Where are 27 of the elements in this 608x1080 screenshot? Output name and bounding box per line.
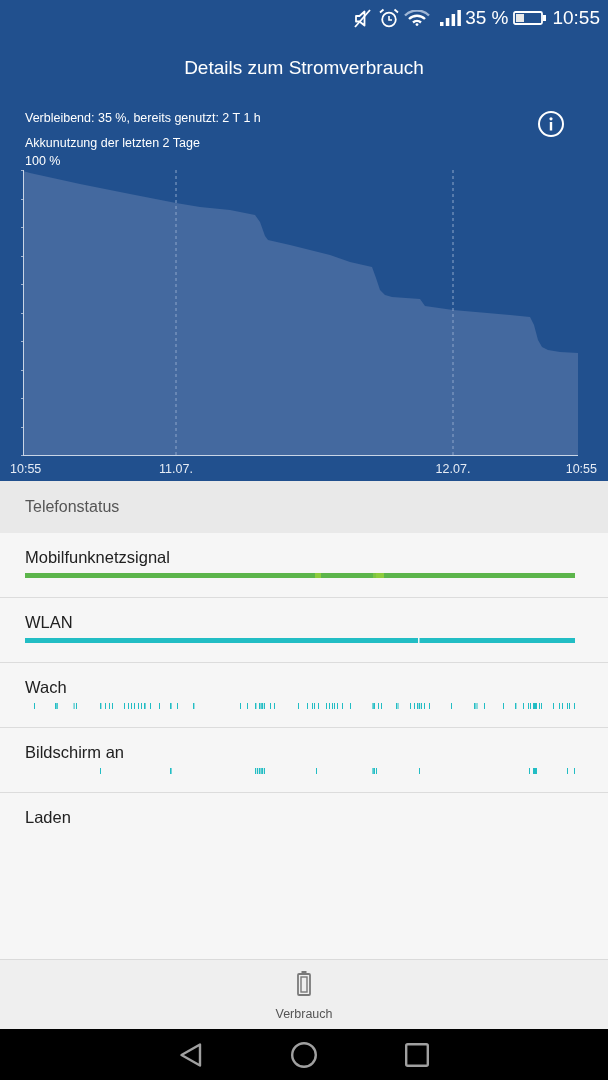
status-row-label: Wach bbox=[25, 677, 67, 697]
x-axis-label: 10:55 bbox=[565, 461, 597, 476]
status-row-label: Laden bbox=[25, 807, 71, 827]
back-icon[interactable] bbox=[178, 1041, 204, 1068]
signal-icon bbox=[440, 10, 462, 26]
page-title: Details zum Stromverbrauch bbox=[184, 57, 424, 79]
battery-icon bbox=[513, 11, 547, 25]
battery-summary: Verbleibend: 35 %, bereits genutzt: 2 T 1 h bbox=[25, 110, 261, 127]
battery-icon bbox=[297, 971, 311, 996]
status-row-label: WLAN bbox=[25, 612, 73, 632]
y-axis-label: 100 % bbox=[25, 153, 61, 170]
chart-title: Akkunutzung der letzten 2 Tage bbox=[25, 135, 200, 152]
usage-tab[interactable]: Verbrauch bbox=[261, 960, 347, 1026]
alarm-icon bbox=[379, 8, 400, 28]
status-time: 10:55 bbox=[552, 7, 600, 29]
x-axis-label: 10:55 bbox=[10, 461, 42, 476]
home-icon[interactable] bbox=[291, 1041, 317, 1068]
wifi-icon bbox=[404, 10, 431, 26]
mute-icon bbox=[354, 8, 372, 28]
section-title: Telefonstatus bbox=[25, 498, 120, 516]
battery-percent: 35 % bbox=[465, 7, 509, 29]
x-axis-label: 11.07. bbox=[159, 461, 193, 476]
status-row-label: Bildschirm an bbox=[25, 742, 125, 762]
status-row-label: Mobilfunknetzsignal bbox=[25, 547, 170, 567]
info-icon[interactable] bbox=[538, 111, 564, 137]
x-axis-label: 12.07. bbox=[435, 461, 471, 476]
recents-icon[interactable] bbox=[404, 1041, 430, 1068]
